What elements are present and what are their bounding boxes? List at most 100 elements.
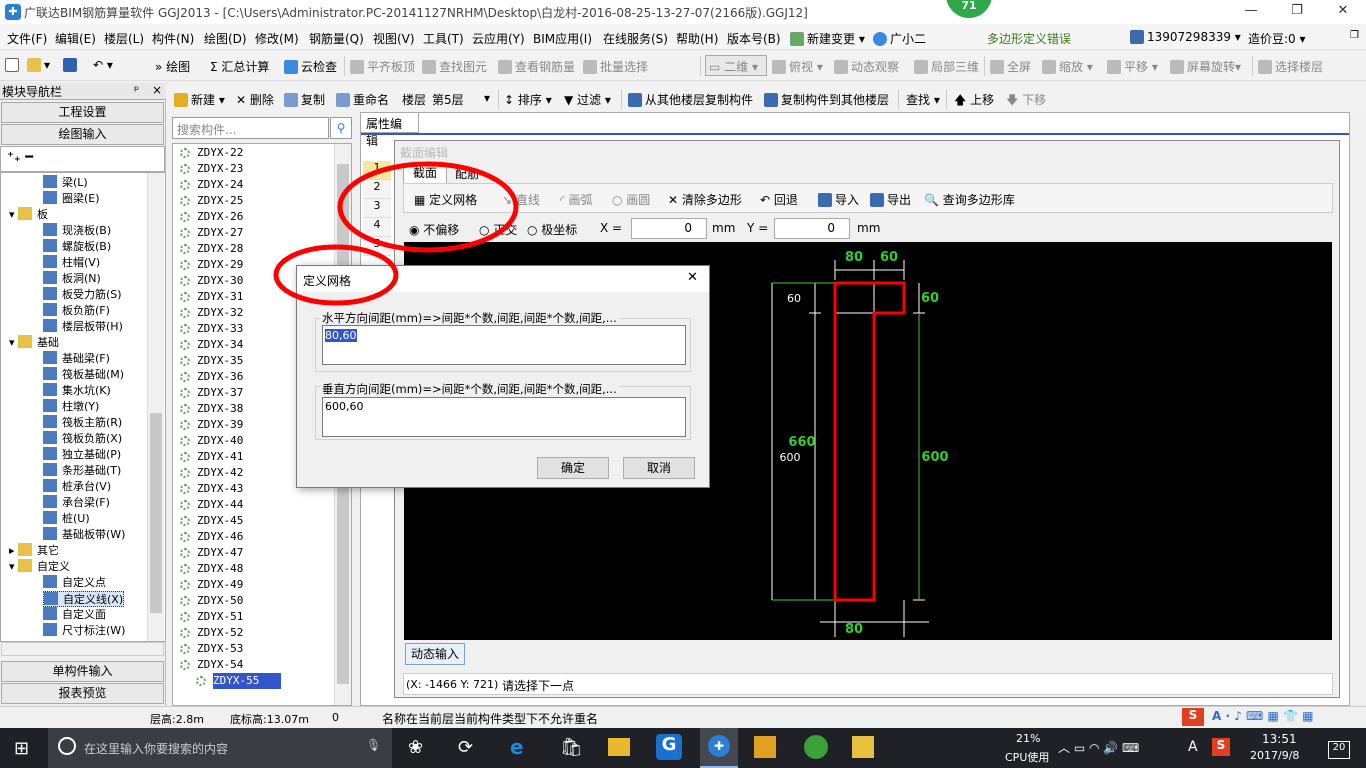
tree-node[interactable]: 基础板带(W) bbox=[43, 527, 125, 543]
tree-node[interactable]: ▾ 基础 bbox=[9, 335, 59, 351]
menu-restore-icon[interactable]: ❐ bbox=[1350, 30, 1359, 41]
component-list-item[interactable]: ZDYX-34 bbox=[180, 337, 243, 353]
tree-node[interactable]: 自定义点 bbox=[43, 575, 106, 591]
arc-button[interactable]: ◜ 画弧 bbox=[560, 191, 592, 208]
draw-input-button[interactable]: 绘图输入 bbox=[1, 124, 164, 145]
expand-toggle-icon[interactable]: ▸ bbox=[9, 544, 18, 557]
close-button[interactable]: ✕ bbox=[1320, 0, 1366, 24]
polar-radio[interactable]: ○ 极坐标 bbox=[527, 221, 577, 238]
glodon-app-icon[interactable]: ⟳ bbox=[458, 737, 473, 758]
user-account[interactable]: 13907298339 ▾ bbox=[1130, 30, 1241, 44]
component-list-item[interactable]: ZDYX-31 bbox=[180, 289, 243, 305]
tree-node[interactable]: 集水坑(K) bbox=[43, 383, 111, 399]
component-list-item[interactable]: ZDYX-40 bbox=[180, 433, 243, 449]
cancel-button[interactable]: 取消 bbox=[623, 457, 695, 479]
menu-edit[interactable]: 编辑(E) bbox=[55, 30, 96, 47]
nav-close-icon[interactable]: × bbox=[152, 83, 162, 97]
menu-version[interactable]: 版本号(B) bbox=[727, 30, 781, 47]
component-list-item[interactable]: ZDYX-37 bbox=[180, 385, 243, 401]
tree-node[interactable]: 桩(U) bbox=[43, 511, 90, 527]
rename-button[interactable]: 重命名 bbox=[336, 91, 389, 108]
component-list-item[interactable]: ZDYX-36 bbox=[180, 369, 243, 385]
component-search-input[interactable]: 搜索构件... bbox=[172, 117, 329, 139]
find-element-button[interactable]: 查找图元 bbox=[422, 58, 487, 75]
tree-node[interactable]: 筏板主筋(R) bbox=[43, 415, 122, 431]
component-list-item[interactable]: ZDYX-35 bbox=[180, 353, 243, 369]
view-rebar-button[interactable]: 查看钢筋量 bbox=[498, 58, 575, 75]
tree-node[interactable]: ▾ 板 bbox=[9, 207, 48, 223]
filter-button[interactable]: ▼ 过滤 ▾ bbox=[564, 91, 611, 108]
minimize-button[interactable]: — bbox=[1228, 0, 1274, 24]
copy-button[interactable]: 复制 bbox=[284, 91, 325, 108]
property-tab[interactable]: 属性编辑 bbox=[361, 113, 419, 148]
menu-modify[interactable]: 修改(M) bbox=[255, 30, 299, 47]
pan-button[interactable]: 平移 ▾ bbox=[1107, 58, 1158, 75]
menu-new-change[interactable]: 新建变更 ▾ bbox=[790, 30, 865, 47]
component-list-item[interactable]: ZDYX-29 bbox=[180, 257, 243, 273]
tree-hscrollbar[interactable] bbox=[1, 642, 164, 656]
floor-select[interactable]: 第5层 ▾ bbox=[432, 91, 494, 108]
component-list-item[interactable]: ZDYX-30 bbox=[180, 273, 243, 289]
ime-tools-icon[interactable]: A · ♪ ⌨ ▦ 👕 ▦ bbox=[1212, 709, 1314, 723]
tree-node[interactable]: 筏板基础(M) bbox=[43, 367, 124, 383]
menu-bim[interactable]: BIM应用(I) bbox=[533, 30, 592, 47]
ime-indicator[interactable]: A bbox=[1188, 739, 1198, 755]
dialog-close-icon[interactable]: ✕ bbox=[687, 270, 698, 285]
y-input[interactable]: 0 bbox=[774, 218, 850, 239]
component-list-item[interactable]: ZDYX-49 bbox=[180, 577, 243, 593]
score-badge[interactable]: 71 bbox=[946, 0, 992, 18]
component-list-item[interactable]: ZDYX-28 bbox=[180, 241, 243, 257]
component-list-item[interactable]: ZDYX-26 bbox=[180, 209, 243, 225]
component-list-item[interactable]: ZDYX-46 bbox=[180, 529, 243, 545]
dynamic-view-button[interactable]: 动态观察 bbox=[834, 58, 899, 75]
tree-node[interactable]: 筏板负筋(X) bbox=[43, 431, 122, 447]
rotate-screen-button[interactable]: 屏幕旋转▾ bbox=[1170, 58, 1241, 75]
tree-node[interactable]: 独立基础(P) bbox=[43, 447, 121, 463]
tree-node[interactable]: 条形基础(T) bbox=[43, 463, 121, 479]
notepad-app-icon[interactable] bbox=[852, 736, 874, 758]
tree-node[interactable]: 现浇板(B) bbox=[43, 223, 111, 239]
component-list-item[interactable]: ZDYX-27 bbox=[180, 225, 243, 241]
menu-cloud[interactable]: 云应用(Y) bbox=[472, 30, 525, 47]
tree-node[interactable]: 螺旋板(B) bbox=[43, 239, 111, 255]
delete-button[interactable]: ✕ 删除 bbox=[236, 91, 274, 108]
component-list-item[interactable]: ZDYX-24 bbox=[180, 177, 243, 193]
component-list-item[interactable]: ZDYX-47 bbox=[180, 545, 243, 561]
clear-polygon-button[interactable]: ✕ 清除多边形 bbox=[668, 191, 742, 208]
top-view-button[interactable]: 俯视 ▾ bbox=[772, 58, 823, 75]
tree-node[interactable]: 板受力筋(S) bbox=[43, 287, 122, 303]
tree-node[interactable]: 柱帽(V) bbox=[43, 255, 100, 271]
view-mode-select[interactable]: ▭ 二维 ▾ bbox=[705, 55, 767, 76]
tree-node[interactable]: 自定义线(X) bbox=[43, 591, 125, 607]
find-button[interactable]: 查找 ▾ bbox=[906, 91, 940, 108]
expand-all-icon[interactable]: ⁺₊ ━ bbox=[7, 150, 33, 165]
undo-icon[interactable]: ↶ ▾ bbox=[93, 58, 113, 72]
report-preview-button[interactable]: 报表预览 bbox=[1, 683, 164, 704]
menu-floor[interactable]: 楼层(L) bbox=[104, 30, 144, 47]
sort-button[interactable]: ↕ 排序 ▾ bbox=[504, 91, 552, 108]
component-list-item[interactable]: ZDYX-53 bbox=[180, 641, 243, 657]
align-slab-button[interactable]: 平齐板顶 bbox=[350, 58, 415, 75]
notes-app-icon[interactable] bbox=[754, 736, 776, 758]
component-list-item[interactable]: ZDYX-32 bbox=[180, 305, 243, 321]
save-icon[interactable] bbox=[63, 58, 80, 72]
tree-node[interactable]: 梁(L) bbox=[43, 175, 88, 191]
store-icon[interactable]: 🛍 bbox=[560, 737, 583, 758]
sum-calc-button[interactable]: Σ 汇总计算 bbox=[210, 58, 269, 75]
search-icon[interactable]: ⚲ bbox=[330, 117, 352, 139]
component-list-item[interactable]: ZDYX-42 bbox=[180, 465, 243, 481]
price-bean[interactable]: 造价豆:0 ▾ bbox=[1248, 30, 1306, 47]
file-explorer-icon[interactable] bbox=[608, 738, 630, 756]
h-spacing-input[interactable]: 80,60 bbox=[322, 325, 686, 365]
component-list-item[interactable]: ZDYX-33 bbox=[180, 321, 243, 337]
component-list-item[interactable]: ZDYX-55 bbox=[196, 673, 281, 689]
move-down-button[interactable]: 🡇 下移 bbox=[1006, 91, 1046, 112]
tree-node[interactable]: 柱墩(Y) bbox=[43, 399, 99, 415]
component-list-item[interactable]: ZDYX-41 bbox=[180, 449, 243, 465]
sogou-ime-icon[interactable]: S bbox=[1182, 708, 1204, 726]
v-spacing-input[interactable]: 600,60 bbox=[322, 397, 686, 437]
circle-button[interactable]: ○ 画圆 bbox=[612, 191, 650, 208]
ggj-active-task[interactable]: ✚ bbox=[700, 728, 738, 768]
component-list-item[interactable]: ZDYX-52 bbox=[180, 625, 243, 641]
query-polygon-lib-button[interactable]: 🔍 查询多边形库 bbox=[924, 191, 1015, 208]
